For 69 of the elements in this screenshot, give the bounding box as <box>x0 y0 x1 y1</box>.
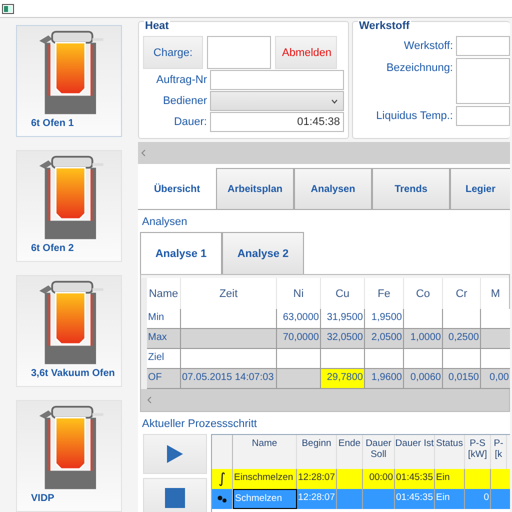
group-title: Heat <box>144 20 170 32</box>
furnace-card[interactable]: VIDP <box>16 400 122 512</box>
furnace-label: 3,6t Vakuum Ofen <box>31 368 115 379</box>
table-cell: 1,9600 <box>365 369 404 389</box>
charge-button[interactable]: Charge: <box>143 36 203 69</box>
section-title: Aktueller Prozessschritt <box>141 417 258 432</box>
table-cell: 0,0060 <box>404 369 443 389</box>
field-label: Werkstoff: <box>402 39 453 52</box>
designation-field[interactable] <box>456 58 510 104</box>
tab[interactable]: Legier <box>450 168 510 209</box>
table-cell: Einschmelzen <box>233 469 297 489</box>
table-cell: Schmelzen <box>233 489 297 509</box>
order-field[interactable] <box>210 70 344 90</box>
table-cell: 32,0500 <box>321 329 365 349</box>
chevron-down-icon <box>331 98 338 104</box>
field-label: Bediener <box>162 95 207 107</box>
table-cell: 70,0000 <box>277 329 321 349</box>
furnace-label: VIDP <box>31 493 54 504</box>
table-cell: 29,7800 <box>321 369 365 389</box>
stop-icon <box>165 488 185 508</box>
row-header[interactable] <box>141 278 147 309</box>
furnace-card[interactable]: 3,6t Vakuum Ofen <box>16 275 122 387</box>
field-label: Bezeichnung: <box>385 61 453 74</box>
table-cell: 0 <box>465 489 491 509</box>
field-label: Liquidus Temp.: <box>375 109 453 122</box>
tab[interactable]: Trends <box>372 168 450 209</box>
play-button[interactable] <box>143 434 207 474</box>
furnace-label: 6t Ofen 1 <box>31 118 74 129</box>
table-cell: 0,2500 <box>443 329 481 349</box>
field-label: Auftrag-Nr <box>155 74 207 86</box>
section-title: Analysen <box>141 215 188 230</box>
tab[interactable]: Analysen <box>294 168 372 209</box>
chevron-left-icon <box>141 149 146 157</box>
charge-field[interactable] <box>207 36 271 69</box>
table-cell: Min <box>147 309 181 329</box>
liquidus-field[interactable] <box>456 106 510 126</box>
furnace-card[interactable]: 6t Ofen 1 <box>16 25 122 137</box>
table-cell: 1,0000 <box>404 329 443 349</box>
furnace-label: 6t Ofen 2 <box>31 243 74 254</box>
table-cell: 1,9500 <box>365 309 404 329</box>
table-cell: Ziel <box>147 349 181 369</box>
integral-icon: ∫ <box>218 471 226 487</box>
furnace-card[interactable]: 6t Ofen 2 <box>16 150 122 262</box>
tab[interactable]: Analyse 2 <box>222 232 304 274</box>
tab[interactable]: Analyse 1 <box>140 232 222 274</box>
table-cell: 63,0000 <box>277 309 321 329</box>
table-cell: 07.05.2015 14:07:03 <box>181 369 277 389</box>
row-header[interactable] <box>141 369 147 389</box>
tab[interactable]: Arbeitsplan <box>216 168 294 209</box>
table-cell: 0,0150 <box>443 369 481 389</box>
table-cell: Max <box>147 329 181 349</box>
table-cell: 31,9500 <box>321 309 365 329</box>
stop-button[interactable] <box>143 478 207 512</box>
table-cell: OF <box>147 369 181 389</box>
horizontal-scrollbar[interactable] <box>138 139 510 164</box>
table-cell: 2,0500 <box>365 329 404 349</box>
group-title: Werkstoff <box>358 20 411 32</box>
table-cell: 0,00 <box>481 369 510 389</box>
duration-field[interactable]: 01:45:38 <box>210 112 344 132</box>
material-field[interactable] <box>456 36 510 56</box>
table-cell: 01:45:35 <box>395 489 435 509</box>
table-cell: Ein <box>435 489 465 509</box>
chevron-left-icon <box>147 396 152 404</box>
logout-button[interactable]: Abmelden <box>275 36 337 69</box>
horizontal-scrollbar[interactable] <box>141 389 509 411</box>
operator-dropdown[interactable] <box>210 91 344 111</box>
field-label: Dauer: <box>172 116 207 128</box>
table-cell: 12:28:07 <box>297 489 337 509</box>
play-icon <box>166 444 184 464</box>
